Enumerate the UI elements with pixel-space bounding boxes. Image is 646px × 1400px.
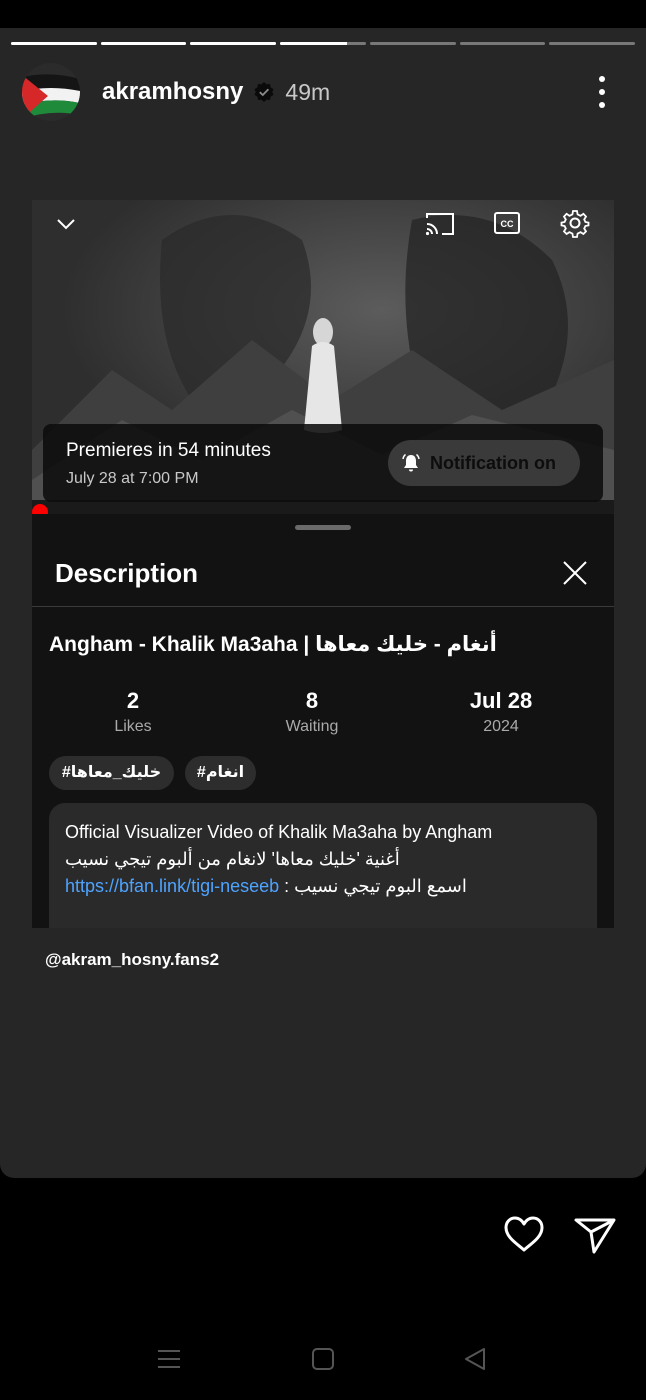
progress-segment xyxy=(369,42,456,45)
progress-segment xyxy=(280,42,366,45)
description-line: Official Visualizer Video of Khalik Ma3a… xyxy=(65,822,493,842)
video-title: Angham - Khalik Ma3aha | أنغام - خليك مع… xyxy=(49,633,497,656)
divider xyxy=(32,606,614,607)
shared-screenshot: CC Premieres in 54 minutes July 28 at 7:… xyxy=(32,200,614,928)
hashtag-chip[interactable]: #انغام xyxy=(185,756,256,790)
chevron-down-icon[interactable] xyxy=(54,212,78,236)
album-link[interactable]: https://bfan.link/tigi-neseeb xyxy=(65,876,279,896)
cast-icon[interactable] xyxy=(424,210,456,238)
story-header: akramhosny 49m xyxy=(22,63,622,121)
status-bar xyxy=(0,0,646,28)
story-caption[interactable]: @akram_hosny.fans2 xyxy=(45,950,219,970)
home-nav-icon[interactable] xyxy=(310,1346,336,1372)
stat-value: 8 xyxy=(305,688,319,713)
story-progress-bar xyxy=(11,42,636,46)
stat-label: Waiting xyxy=(285,718,339,735)
progress-segment xyxy=(459,42,546,45)
menu-nav-icon[interactable] xyxy=(156,1346,182,1372)
progress-segment xyxy=(11,42,97,45)
story-viewer[interactable]: akramhosny 49m CC Premieres in 54 minute… xyxy=(0,28,646,1178)
captions-icon[interactable]: CC xyxy=(493,210,521,236)
more-options-icon[interactable] xyxy=(592,76,612,108)
description-line: أغنية 'خليك معاها' لانغام من ألبوم تيجي … xyxy=(65,849,400,869)
premiere-banner: Premieres in 54 minutes July 28 at 7:00 … xyxy=(43,424,603,502)
premiere-date: July 28 at 7:00 PM xyxy=(66,470,199,487)
notification-label: Notification on xyxy=(430,452,556,473)
stat-likes: 2 Likes xyxy=(58,688,208,736)
stat-waiting: 8 Waiting xyxy=(237,688,387,736)
notification-button[interactable]: Notification on xyxy=(388,440,580,486)
progress-segment xyxy=(549,42,636,45)
close-icon[interactable] xyxy=(560,558,590,588)
description-body: Official Visualizer Video of Khalik Ma3a… xyxy=(49,803,597,928)
bell-ringing-icon xyxy=(402,453,420,472)
stat-value: 2 xyxy=(126,688,140,713)
progress-segment xyxy=(100,42,187,45)
description-sheet: Description Angham - Khalik Ma3aha | أنغ… xyxy=(32,514,614,928)
progress-segment xyxy=(190,42,277,45)
hashtag-chip[interactable]: #خليك_معاها xyxy=(49,756,174,790)
stat-label: Likes xyxy=(114,718,152,735)
avatar[interactable] xyxy=(22,63,80,121)
story-time: 49m xyxy=(285,78,331,105)
stat-date: Jul 28 2024 xyxy=(426,688,576,736)
username[interactable]: akramhosny xyxy=(102,78,243,106)
description-line: https://bfan.link/tigi-neseeb : اسمع الب… xyxy=(65,873,581,900)
stat-value: Jul 28 xyxy=(469,688,533,713)
video-player[interactable]: CC Premieres in 54 minutes July 28 at 7:… xyxy=(32,200,614,514)
stat-label: 2024 xyxy=(483,718,519,735)
verified-badge-icon xyxy=(253,81,275,103)
description-text: : اسمع البوم تيجي نسيب xyxy=(279,876,467,896)
heart-icon[interactable] xyxy=(501,1212,547,1258)
send-icon[interactable] xyxy=(572,1212,618,1258)
back-nav-icon[interactable] xyxy=(462,1346,488,1372)
description-heading: Description xyxy=(55,558,199,588)
drag-handle[interactable] xyxy=(295,525,351,530)
svg-text:CC: CC xyxy=(501,219,514,229)
premiere-title: Premieres in 54 minutes xyxy=(66,440,271,461)
settings-gear-icon[interactable] xyxy=(560,208,590,238)
